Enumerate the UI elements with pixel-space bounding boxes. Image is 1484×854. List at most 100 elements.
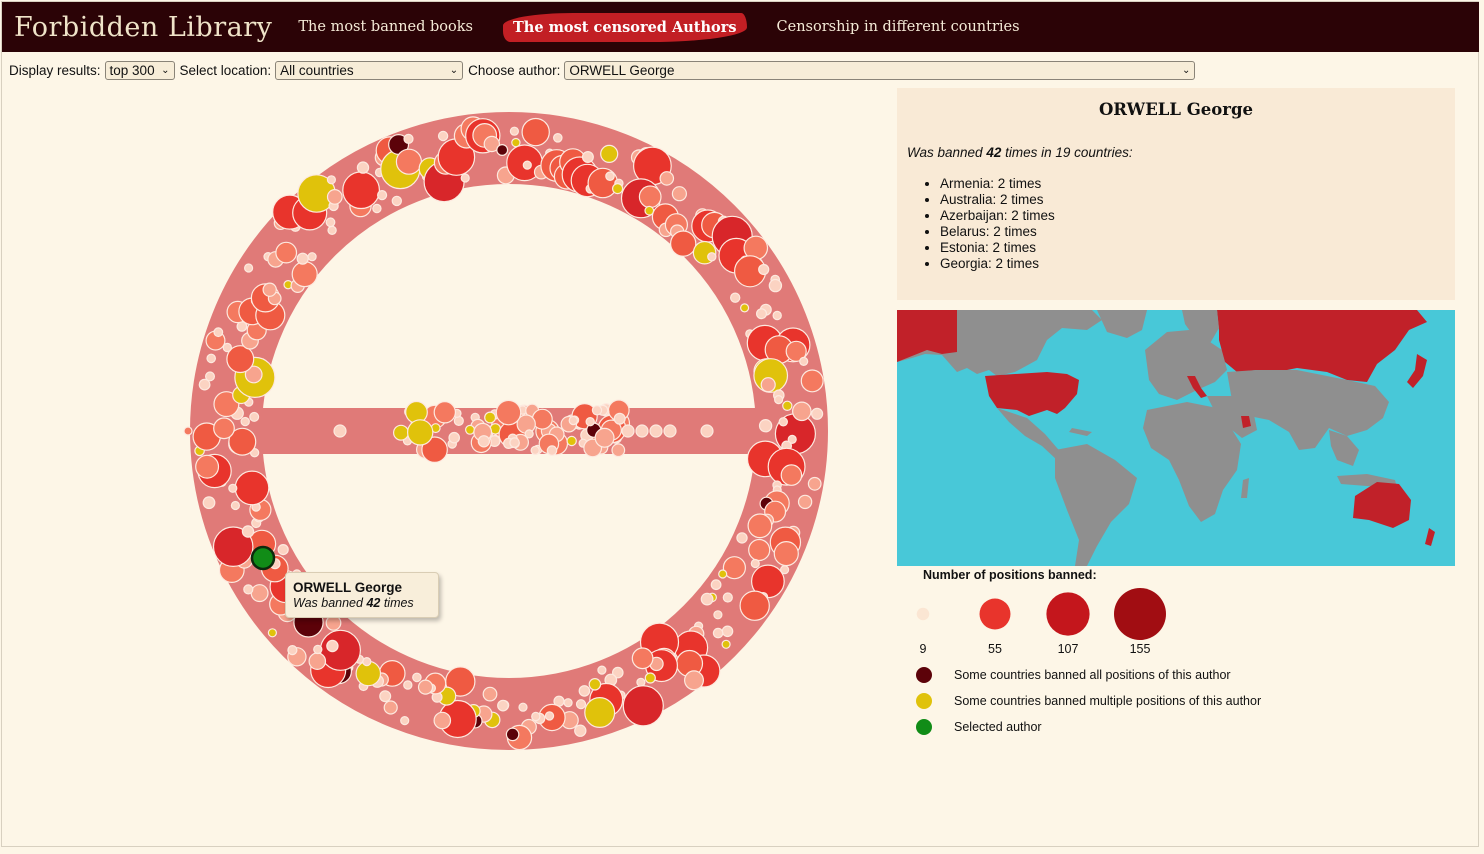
country-list[interactable]: Armenia: 2 times Australia: 2 times Azer… <box>897 176 1455 272</box>
map-new-zealand[interactable] <box>1425 528 1435 546</box>
world-map[interactable] <box>897 310 1455 566</box>
author-bubble[interactable] <box>400 715 410 726</box>
author-bubble[interactable] <box>391 195 402 207</box>
author-bubble[interactable] <box>277 544 289 556</box>
author-bubble[interactable] <box>477 435 491 448</box>
author-bubble[interactable] <box>313 644 323 655</box>
author-bubble[interactable] <box>202 496 216 510</box>
author-bubble[interactable] <box>482 686 498 702</box>
author-bubble[interactable] <box>778 417 789 427</box>
author-bubble[interactable] <box>566 435 577 447</box>
author-bubble[interactable] <box>325 217 336 228</box>
author-bubble[interactable] <box>736 532 748 544</box>
author-bubble[interactable] <box>267 628 277 638</box>
author-bubble[interactable] <box>496 143 509 156</box>
author-bubble[interactable] <box>588 677 602 691</box>
author-bubble[interactable] <box>262 282 277 297</box>
author-bubble[interactable] <box>407 419 434 446</box>
author-bubble[interactable] <box>718 569 728 579</box>
author-bubble[interactable] <box>243 584 254 595</box>
author-bubble[interactable] <box>712 627 724 639</box>
author-bubble[interactable] <box>670 230 697 257</box>
author-bubble[interactable] <box>758 419 773 433</box>
author-bubble[interactable] <box>437 130 449 142</box>
author-bubble[interactable] <box>671 186 688 202</box>
site-logo[interactable]: Forbidden Library <box>14 12 272 43</box>
author-bubble[interactable] <box>379 690 392 703</box>
author-bubble[interactable] <box>780 464 803 486</box>
author-bubble[interactable] <box>810 407 824 420</box>
author-bubble[interactable] <box>552 132 563 143</box>
author-bubble[interactable] <box>326 188 343 205</box>
author-bubble[interactable] <box>710 579 722 591</box>
author-bubble[interactable] <box>613 412 626 425</box>
author-bubble[interactable] <box>195 454 220 479</box>
author-bubble[interactable] <box>518 702 528 712</box>
author-bubble[interactable] <box>377 189 388 201</box>
author-bubble[interactable] <box>326 175 336 185</box>
author-bubble[interactable] <box>773 541 799 567</box>
author-bubble[interactable] <box>213 417 235 440</box>
author-bubble[interactable] <box>275 241 298 264</box>
author-bubble[interactable] <box>683 670 704 691</box>
author-bubble[interactable] <box>287 644 298 656</box>
author-bubble[interactable] <box>760 377 776 393</box>
author-bubble[interactable] <box>638 185 662 209</box>
map-japan[interactable] <box>1407 354 1427 388</box>
author-bubble[interactable] <box>356 161 370 174</box>
author-bubble[interactable] <box>522 160 532 170</box>
map-caribbean[interactable] <box>1069 428 1092 436</box>
author-bubble[interactable] <box>465 424 476 435</box>
author-bubble[interactable] <box>605 171 615 181</box>
author-bubble[interactable] <box>578 685 591 697</box>
author-bubble[interactable] <box>362 656 372 667</box>
author-bubble[interactable] <box>530 445 540 456</box>
author-bubble[interactable] <box>568 415 579 426</box>
author-bubble[interactable] <box>291 261 318 288</box>
author-bubble[interactable] <box>600 144 619 164</box>
author-bubble[interactable] <box>747 513 773 539</box>
author-bubble[interactable] <box>730 292 741 303</box>
author-select[interactable]: ORWELL George ⌄ <box>564 61 1196 80</box>
author-bubble[interactable] <box>395 148 422 175</box>
author-bubble[interactable] <box>206 353 216 364</box>
author-bubble[interactable] <box>594 427 615 448</box>
author-bubble[interactable] <box>722 592 733 603</box>
author-bubble[interactable] <box>509 126 520 136</box>
nav-censorship-countries[interactable]: Censorship in different countries <box>771 13 1026 41</box>
author-bubble[interactable] <box>495 399 522 426</box>
author-bubble[interactable] <box>800 369 824 393</box>
author-bubble[interactable] <box>546 445 558 456</box>
author-bubble[interactable] <box>611 443 626 458</box>
author-bubble[interactable] <box>307 252 317 262</box>
author-bubble[interactable] <box>782 400 793 411</box>
author-bubble[interactable] <box>213 327 224 338</box>
author-bubble[interactable] <box>772 310 782 321</box>
author-bubble[interactable] <box>585 417 595 427</box>
author-bubble[interactable] <box>575 699 587 710</box>
author-bubble[interactable] <box>412 672 422 683</box>
author-bubble[interactable] <box>249 411 260 422</box>
author-bubble[interactable] <box>755 308 767 320</box>
author-bubble[interactable] <box>250 584 269 603</box>
author-bubble[interactable] <box>750 558 760 569</box>
author-bubble[interactable] <box>372 203 382 214</box>
author-bubble[interactable] <box>649 424 663 438</box>
author-bubble[interactable] <box>739 303 750 313</box>
author-bubble[interactable] <box>621 424 635 438</box>
author-bubble[interactable] <box>739 590 770 621</box>
author-bubble[interactable] <box>403 133 414 145</box>
author-bubble[interactable] <box>228 483 238 493</box>
map-europe[interactable] <box>1145 330 1227 400</box>
author-bubble[interactable] <box>521 117 550 147</box>
author-bubble[interactable] <box>748 538 771 562</box>
author-bubble[interactable] <box>721 625 734 638</box>
author-bubble[interactable] <box>240 416 250 427</box>
author-bubble[interactable] <box>433 401 456 424</box>
author-bubble[interactable] <box>234 470 270 506</box>
author-bubble[interactable] <box>393 424 410 441</box>
author-bubble[interactable] <box>700 424 714 438</box>
author-bubble[interactable] <box>417 679 434 695</box>
author-bubble[interactable] <box>611 182 624 195</box>
nav-most-censored-authors[interactable]: The most censored Authors <box>502 12 747 42</box>
